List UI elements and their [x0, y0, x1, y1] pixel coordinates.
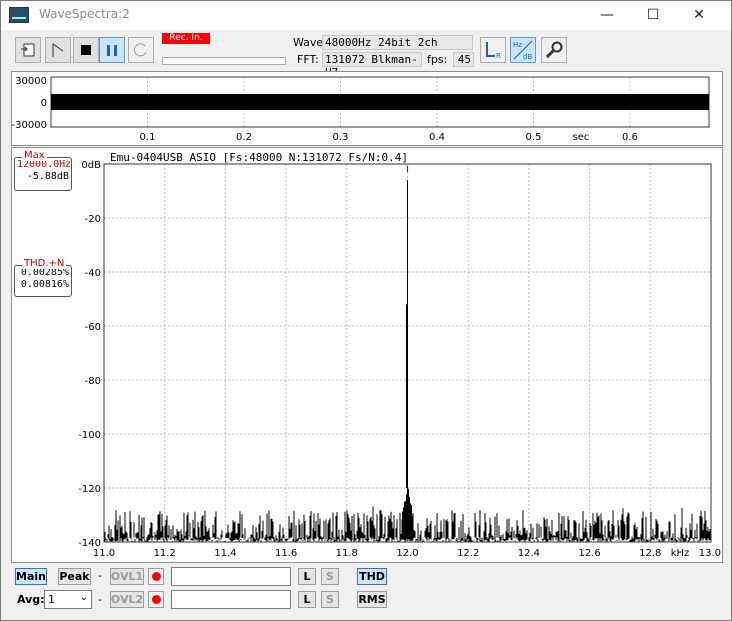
chevron-down-icon: ⌄ — [79, 592, 88, 603]
ovl1-load-button[interactable]: L — [298, 568, 316, 585]
spec-y-tick: -60 — [85, 322, 101, 333]
ovl1-record-button[interactable] — [148, 568, 164, 585]
dash-1: - — [98, 569, 102, 582]
spec-x-tick: 11.0 — [93, 548, 115, 559]
ovl1-name-field[interactable] — [171, 567, 291, 586]
spec-y-tick: -120 — [78, 484, 101, 495]
ovl1-save-button[interactable]: S — [321, 568, 339, 585]
spec-x-tick: 11.2 — [154, 548, 176, 559]
spec-x-tick: 12.6 — [578, 548, 600, 559]
record-dot-icon — [151, 572, 161, 581]
avg-value: 1 — [48, 593, 55, 606]
main-button[interactable]: Main — [15, 568, 47, 585]
spec-x-tick: 11.8 — [336, 548, 358, 559]
spec-x-tick: 11.6 — [275, 548, 297, 559]
spec-x-tick: 11.4 — [214, 548, 236, 559]
ovl2-record-button[interactable] — [148, 591, 164, 608]
peak-line — [402, 179, 413, 540]
spec-x-tick: 12.2 — [457, 548, 479, 559]
ovl2-name-field[interactable] — [171, 590, 291, 609]
spec-x-tick: 12.4 — [518, 548, 540, 559]
spec-x-tick: 12.8 — [639, 548, 661, 559]
ovl2-save-button[interactable]: S — [321, 591, 339, 608]
spec-x-tick: 13.0 — [699, 548, 721, 559]
rms-button[interactable]: RMS — [357, 591, 387, 608]
spectrum-plot: 0dB-20-40-60-80-100-120-14011.0 11.2 11.4 1… — [78, 160, 721, 559]
dash-2: - — [98, 593, 102, 606]
ovl1-button[interactable]: OVL1 — [110, 568, 144, 585]
avg-select[interactable]: 1 ⌄ — [44, 590, 92, 609]
spec-y-tick: -80 — [85, 376, 101, 387]
spec-y-tick: 0dB — [81, 160, 101, 171]
spec-y-tick: -100 — [78, 430, 101, 441]
spec-x-tick: 12.0 — [396, 548, 418, 559]
ovl2-load-button[interactable]: L — [298, 591, 316, 608]
peak-button[interactable]: Peak — [58, 568, 91, 585]
spec-y-tick: -20 — [85, 214, 101, 225]
ovl2-button[interactable]: OVL2 — [110, 591, 144, 608]
spec-x-unit: kHz — [671, 548, 690, 559]
thd-button[interactable]: THD — [357, 568, 387, 585]
spec-y-tick: -40 — [85, 268, 101, 279]
avg-label: Avg: — [17, 593, 45, 606]
record-dot-icon — [151, 595, 161, 604]
